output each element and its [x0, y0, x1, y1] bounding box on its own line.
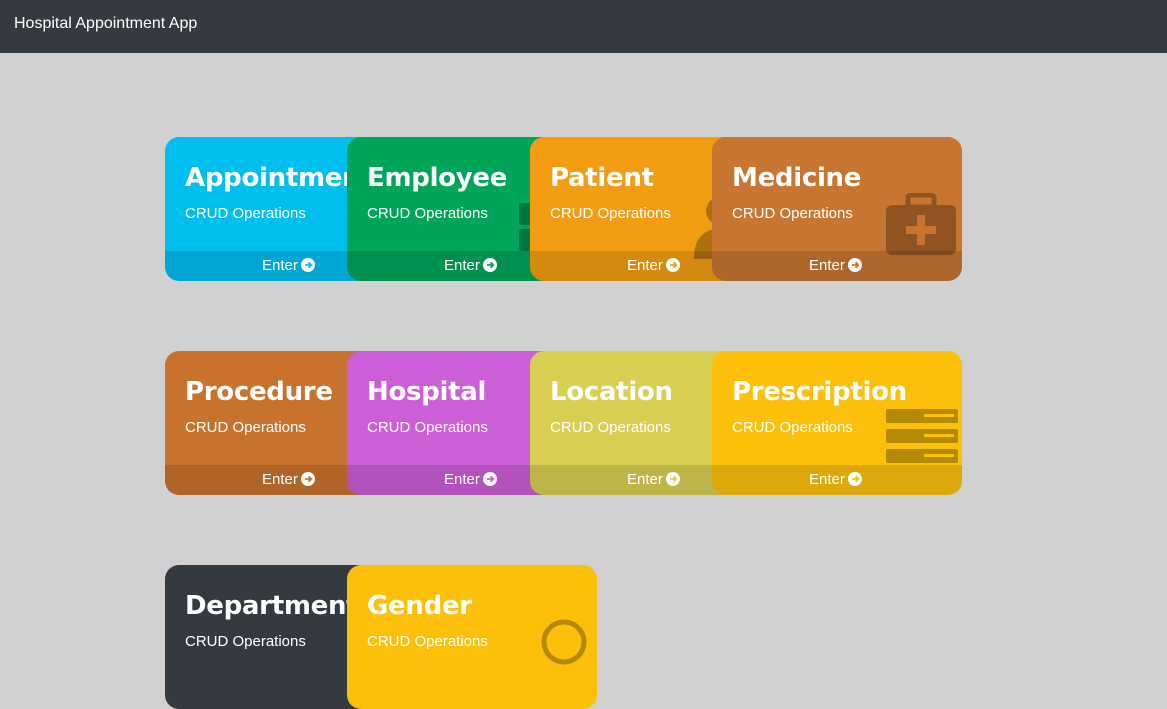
list-icon [886, 409, 958, 463]
enter-label: Enter [262, 471, 298, 488]
navbar: Hospital Appointment App [0, 0, 1167, 53]
tile-medicine[interactable]: Medicine CRUD Operations Enter [712, 137, 962, 281]
tile-title: Appointment [185, 163, 373, 193]
tile-gender[interactable]: Gender CRUD Operations [347, 565, 597, 709]
tile-prescription[interactable]: Prescription CRUD Operations Enter [712, 351, 962, 495]
tile-title: Gender [367, 591, 472, 621]
enter-label: Enter [262, 257, 298, 274]
medkit-icon [886, 193, 956, 255]
tile-title: Department [185, 591, 359, 621]
navbar-brand[interactable]: Hospital Appointment App [14, 15, 197, 33]
tile-enter-link[interactable]: Enter [712, 465, 962, 495]
tile-subtitle: CRUD Operations [550, 205, 671, 222]
enter-label: Enter [444, 257, 480, 274]
tile-title: Hospital [367, 377, 487, 407]
enter-label: Enter [627, 257, 663, 274]
tile-subtitle: CRUD Operations [185, 205, 306, 222]
tile-title: Patient [550, 163, 654, 193]
arrow-circle-right-icon [665, 472, 680, 486]
tile-subtitle: CRUD Operations [185, 419, 306, 436]
arrow-circle-right-icon [300, 258, 315, 272]
tile-subtitle: CRUD Operations [732, 205, 853, 222]
arrow-circle-right-icon [665, 258, 680, 272]
tile-title: Location [550, 377, 673, 407]
tile-subtitle: CRUD Operations [732, 419, 853, 436]
tile-subtitle: CRUD Operations [185, 633, 306, 650]
tile-subtitle: CRUD Operations [550, 419, 671, 436]
arrow-circle-right-icon [482, 472, 497, 486]
tile-title: Procedure [185, 377, 333, 407]
tile-title: Employee [367, 163, 508, 193]
arrow-circle-right-icon [847, 258, 862, 272]
arrow-circle-right-icon [482, 258, 497, 272]
arrow-circle-right-icon [847, 472, 862, 486]
enter-label: Enter [809, 471, 845, 488]
tile-enter-link[interactable]: Enter [712, 251, 962, 281]
enter-label: Enter [809, 257, 845, 274]
arrow-circle-right-icon [300, 472, 315, 486]
gender-icon [541, 619, 587, 665]
enter-label: Enter [627, 471, 663, 488]
tile-subtitle: CRUD Operations [367, 633, 488, 650]
enter-label: Enter [444, 471, 480, 488]
tile-title: Prescription [732, 377, 907, 407]
tile-subtitle: CRUD Operations [367, 205, 488, 222]
tile-subtitle: CRUD Operations [367, 419, 488, 436]
tile-title: Medicine [732, 163, 862, 193]
